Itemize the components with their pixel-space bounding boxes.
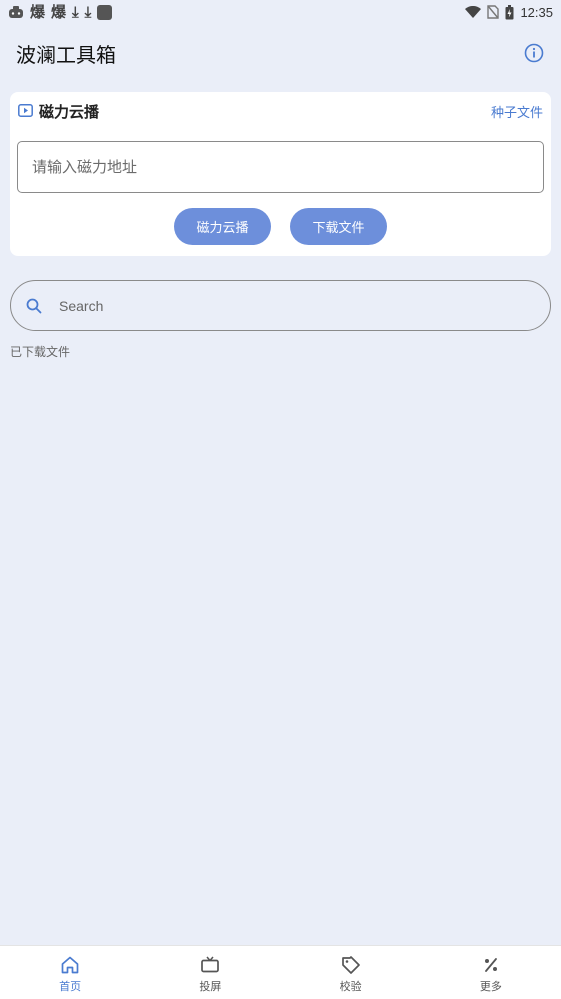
- status-bar-right: 12:35: [465, 4, 553, 20]
- nav-item-more[interactable]: 更多: [421, 946, 561, 999]
- status-time: 12:35: [520, 4, 553, 20]
- bottom-navigation: 首页 投屏 校验 更多: [0, 945, 561, 999]
- seed-file-link[interactable]: 种子文件: [491, 102, 543, 121]
- nav-label: 投屏: [199, 979, 222, 993]
- status-bar: 爆 爆 ⤓ ⤓ 12:35: [0, 0, 561, 24]
- home-icon: [59, 954, 81, 976]
- play-video-icon: [18, 102, 33, 121]
- info-icon[interactable]: [523, 42, 545, 64]
- status-bar-left: 爆 爆 ⤓ ⤓: [8, 3, 113, 21]
- notification-glyph: 爆: [30, 3, 46, 21]
- no-sim-icon: [487, 4, 500, 20]
- nav-item-home[interactable]: 首页: [0, 946, 140, 999]
- tag-icon: [340, 954, 362, 976]
- nav-label: 更多: [479, 979, 502, 993]
- wifi-icon: [465, 4, 482, 20]
- downloaded-files-label: 已下载文件: [10, 345, 71, 359]
- nav-item-verify[interactable]: 校验: [281, 946, 421, 999]
- notification-glyph: 爆: [51, 3, 67, 21]
- app-notification-icon: [97, 4, 113, 20]
- magnet-play-card: 磁力云播 种子文件 磁力云播 下载文件: [10, 92, 551, 256]
- nav-label: 校验: [339, 979, 362, 993]
- card-header-title-group: 磁力云播: [18, 101, 99, 122]
- magnet-play-button[interactable]: 磁力云播: [174, 208, 271, 245]
- card-button-row: 磁力云播 下载文件: [10, 208, 551, 246]
- card-title: 磁力云播: [39, 102, 100, 121]
- search-icon: [25, 297, 43, 315]
- game-controller-icon: [8, 4, 24, 20]
- download-file-button[interactable]: 下载文件: [290, 208, 387, 245]
- page-title: 波澜工具箱: [16, 42, 116, 67]
- battery-charging-icon: [505, 4, 514, 20]
- app-bar: 波澜工具箱: [0, 30, 561, 76]
- nav-item-cast[interactable]: 投屏: [140, 946, 280, 999]
- tv-icon: [199, 954, 221, 976]
- download-icon: ⤓: [84, 3, 92, 21]
- download-icon: ⤓: [72, 3, 79, 21]
- nav-label: 首页: [59, 979, 82, 993]
- magnet-address-input[interactable]: [17, 141, 544, 193]
- search-bar[interactable]: [10, 280, 551, 331]
- search-input[interactable]: [59, 297, 499, 314]
- card-header: 磁力云播 种子文件: [18, 100, 543, 122]
- percent-icon: [480, 954, 502, 976]
